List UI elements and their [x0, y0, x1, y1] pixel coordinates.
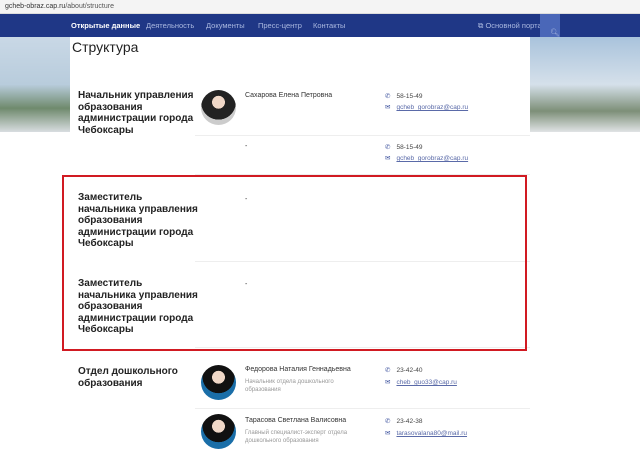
banner-image-right — [530, 37, 640, 132]
divider — [195, 135, 530, 136]
mail-icon: ✉ — [385, 155, 391, 162]
email: ✉ tarasovalana80@mail.ru — [385, 429, 467, 437]
avatar — [201, 365, 236, 400]
phone-number: 58-15-49 — [396, 144, 423, 151]
section-title: Начальник управления образования админис… — [78, 90, 194, 136]
nav-documents[interactable]: Документы — [206, 21, 245, 30]
avatar — [201, 90, 236, 125]
person-name: Сахарова Елена Петровна — [245, 92, 333, 99]
section-title: Отдел дошкольного образования — [78, 366, 178, 389]
mail-icon: ✉ — [385, 430, 391, 437]
phone: ✆ 58-15-49 — [385, 143, 422, 151]
phone-number: 58-15-49 — [396, 93, 423, 100]
search-button[interactable]: 🔍︎ — [540, 14, 560, 37]
nav-open-data[interactable]: Открытые данные — [71, 21, 140, 30]
email: ✉ gcheb_gorobraz@cap.ru — [385, 154, 468, 162]
address-path: /about/structure — [65, 3, 114, 10]
portal-label: Основной портал — [485, 21, 547, 30]
phone: ✆ 23-42-40 — [385, 366, 422, 374]
divider — [195, 408, 530, 409]
address-host: gcheb-obraz.cap.ru — [5, 3, 66, 10]
banner-image-left — [0, 37, 70, 132]
email: ✉ gcheb_gorobraz@cap.ru — [385, 103, 468, 111]
nav-contacts[interactable]: Контакты — [313, 21, 345, 30]
avatar — [201, 414, 236, 449]
email-link[interactable]: gcheb_gorobraz@cap.ru — [396, 104, 468, 111]
phone: ✆ 23-42-38 — [385, 417, 422, 425]
phone-icon: ✆ — [385, 93, 391, 100]
highlight-box — [62, 175, 527, 351]
page-title: Структура — [72, 39, 139, 55]
phone-icon: ✆ — [385, 367, 391, 374]
email: ✉ cheb_guo33@cap.ru — [385, 378, 457, 386]
person-name: Федорова Наталия Геннадьевна — [245, 366, 351, 373]
person-position: Главный специалист-эксперт отдела дошкол… — [245, 430, 348, 444]
mail-icon: ✉ — [385, 379, 391, 386]
phone-icon: ✆ — [385, 418, 391, 425]
phone-number: 23-42-40 — [396, 367, 423, 374]
nav-main-portal[interactable]: ⧉ Основной портал — [478, 21, 546, 31]
address-bar[interactable]: gcheb-obraz.cap.ru/about/structure — [0, 0, 640, 14]
top-nav: Открытые данные Деятельность Документы П… — [0, 14, 640, 37]
email-link[interactable]: gcheb_gorobraz@cap.ru — [396, 155, 468, 162]
phone-number: 23-42-38 — [396, 418, 423, 425]
nav-activity[interactable]: Деятельность — [146, 21, 194, 30]
person-position: Начальник отдела дошкольного образования — [245, 379, 334, 393]
mail-icon: ✉ — [385, 104, 391, 111]
email-link[interactable]: cheb_guo33@cap.ru — [396, 379, 456, 386]
phone-icon: ✆ — [385, 144, 391, 151]
email-link[interactable]: tarasovalana80@mail.ru — [396, 430, 467, 437]
phone: ✆ 58-15-49 — [385, 92, 422, 100]
person-name: - — [245, 143, 248, 150]
nav-press[interactable]: Пресс-центр — [258, 21, 302, 30]
person-name: Тарасова Светлана Валисовна — [245, 417, 347, 424]
